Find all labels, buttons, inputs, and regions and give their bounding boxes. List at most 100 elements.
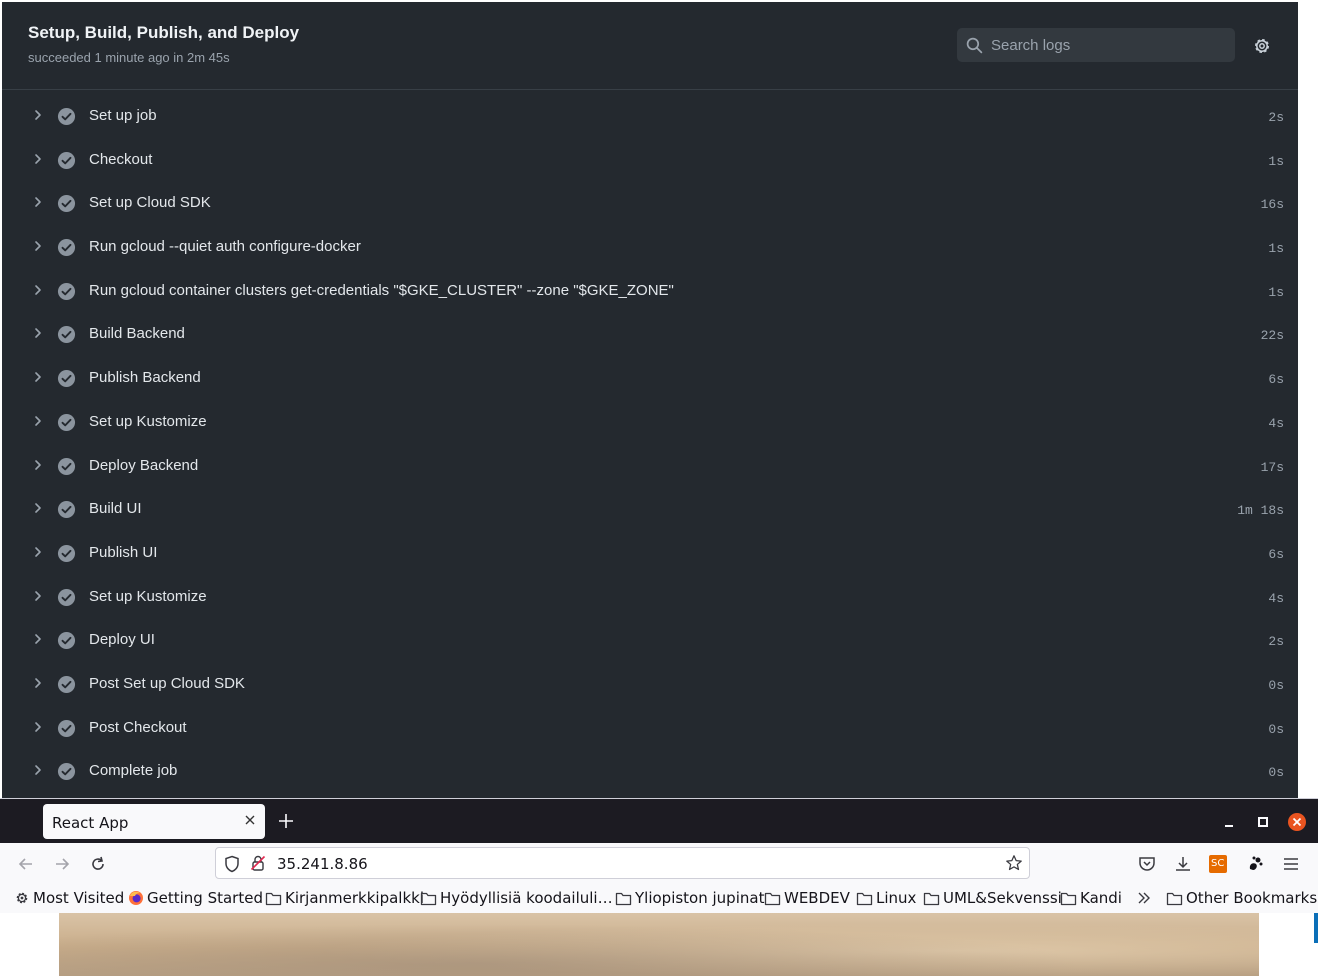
- chevron-right-icon[interactable]: [31, 414, 45, 428]
- close-window-icon[interactable]: [1287, 812, 1307, 832]
- job-status: succeeded 1 minute ago in 2m 45s: [28, 50, 230, 65]
- other-bookmarks[interactable]: Other Bookmarks: [1166, 889, 1317, 909]
- tab-title: React App: [52, 814, 129, 832]
- address-bar[interactable]: 35.241.8.86: [215, 847, 1030, 879]
- chevron-right-icon[interactable]: [31, 720, 45, 734]
- back-arrow-icon[interactable]: [16, 854, 36, 874]
- step-duration: 17s: [1260, 459, 1284, 475]
- page-content: [0, 913, 1318, 976]
- step-row[interactable]: Deploy Backend 17s: [2, 444, 1298, 488]
- step-row[interactable]: Checkout 1s: [2, 138, 1298, 182]
- close-tab-icon[interactable]: [242, 812, 258, 828]
- step-duration: 1m 18s: [1237, 503, 1284, 519]
- step-row[interactable]: Set up Kustomize 4s: [2, 575, 1298, 619]
- step-duration: 0s: [1268, 765, 1284, 781]
- chevron-right-icon[interactable]: [31, 326, 45, 340]
- bookmark-item[interactable]: Kandi: [1060, 889, 1122, 909]
- step-row[interactable]: Set up Cloud SDK 16s: [2, 181, 1298, 225]
- step-row[interactable]: Complete job 0s: [2, 749, 1298, 793]
- new-tab-icon[interactable]: [276, 811, 296, 831]
- chevron-right-icon[interactable]: [31, 589, 45, 603]
- step-name: Publish Backend: [89, 369, 201, 387]
- step-row[interactable]: Build Backend 22s: [2, 312, 1298, 356]
- shield-icon[interactable]: [224, 855, 240, 873]
- minimize-icon[interactable]: [1220, 813, 1238, 831]
- step-duration: 2s: [1268, 634, 1284, 650]
- star-icon[interactable]: [1005, 854, 1023, 872]
- other-bookmarks-label: Other Bookmarks: [1186, 889, 1318, 907]
- more-bookmarks-button[interactable]: [1136, 889, 1155, 909]
- download-icon[interactable]: [1173, 854, 1193, 874]
- search-logs-box[interactable]: [957, 28, 1235, 62]
- step-row[interactable]: Post Set up Cloud SDK 0s: [2, 662, 1298, 706]
- step-row[interactable]: Publish Backend 6s: [2, 356, 1298, 400]
- bookmark-label: Kandi: [1080, 889, 1122, 907]
- maximize-icon[interactable]: [1254, 813, 1272, 831]
- bookmark-item[interactable]: Kirjanmerkkipalkki: [265, 889, 424, 909]
- chevron-right-icon[interactable]: [31, 239, 45, 253]
- chevron-right-icon[interactable]: [31, 283, 45, 297]
- bookmark-item[interactable]: Getting Started: [128, 889, 263, 909]
- bookmark-item[interactable]: UML&Sekvenssi: [923, 889, 1062, 909]
- step-row[interactable]: Set up Kustomize 4s: [2, 400, 1298, 444]
- step-row[interactable]: Deploy UI 2s: [2, 618, 1298, 662]
- bookmark-label: Most Visited: [33, 889, 125, 907]
- step-name: Run gcloud container clusters get-creden…: [89, 281, 674, 299]
- chevron-right-icon[interactable]: [31, 676, 45, 690]
- search-logs-input[interactable]: [991, 28, 1227, 62]
- chevron-right-icon[interactable]: [31, 632, 45, 646]
- step-duration: 22s: [1260, 328, 1284, 344]
- bookmark-item[interactable]: WEBDEV: [764, 889, 850, 909]
- step-row[interactable]: Run gcloud container clusters get-creden…: [2, 269, 1298, 313]
- chevron-right-icon[interactable]: [31, 195, 45, 209]
- step-name: Set up Kustomize: [89, 412, 207, 430]
- step-duration: 0s: [1268, 677, 1284, 693]
- firefox-window: React App 35.241.8.86 SC Most Visited Get…: [0, 798, 1318, 976]
- chevron-right-icon[interactable]: [31, 108, 45, 122]
- step-name: Build UI: [89, 500, 142, 518]
- extension-sc-icon[interactable]: SC: [1209, 855, 1227, 873]
- step-row[interactable]: Set up job 2s: [2, 94, 1298, 138]
- bookmark-item[interactable]: Most Visited: [14, 889, 124, 909]
- gnome-extension-icon[interactable]: [1245, 854, 1265, 874]
- step-duration: 16s: [1260, 197, 1284, 213]
- hero-image: [59, 913, 1259, 976]
- insecure-lock-icon[interactable]: [250, 854, 266, 872]
- reload-icon[interactable]: [88, 854, 108, 874]
- bookmark-item[interactable]: Linux: [856, 889, 916, 909]
- chevron-right-icon[interactable]: [31, 545, 45, 559]
- steps-list: Set up job 2s Checkout 1s Set up Cloud SDK 16…: [2, 94, 1298, 793]
- chevron-right-icon[interactable]: [31, 763, 45, 777]
- step-name: Checkout: [89, 150, 153, 168]
- step-duration: 1s: [1268, 284, 1284, 300]
- folder-icon: [764, 889, 784, 907]
- folder-icon: [1166, 889, 1186, 907]
- scrollbar-edge[interactable]: [1314, 913, 1318, 943]
- step-row[interactable]: Post Checkout 0s: [2, 706, 1298, 750]
- check-circle-icon: [57, 107, 76, 126]
- chevron-right-icon[interactable]: [31, 370, 45, 384]
- bookmark-item[interactable]: Hyödyllisiä koodailuli…: [420, 889, 613, 909]
- step-row[interactable]: Run gcloud --quiet auth configure-docker…: [2, 225, 1298, 269]
- hamburger-menu-icon[interactable]: [1281, 854, 1301, 874]
- gear-icon[interactable]: [1252, 36, 1272, 56]
- check-circle-icon: [57, 282, 76, 300]
- tab-react-app[interactable]: React App: [43, 804, 265, 839]
- check-circle-icon: [57, 370, 76, 388]
- step-row[interactable]: Publish UI 6s: [2, 531, 1298, 575]
- bookmark-label: Getting Started: [147, 889, 263, 907]
- chevron-right-icon[interactable]: [31, 458, 45, 472]
- check-circle-icon: [57, 501, 76, 519]
- check-circle-icon: [57, 763, 76, 781]
- step-row[interactable]: Build UI 1m 18s: [2, 487, 1298, 531]
- pocket-icon[interactable]: [1137, 854, 1157, 874]
- chevron-right-icon[interactable]: [31, 501, 45, 515]
- chevron-right-icon[interactable]: [31, 152, 45, 166]
- url-text: 35.241.8.86: [277, 855, 368, 873]
- search-icon: [966, 37, 983, 54]
- forward-arrow-icon[interactable]: [52, 854, 72, 874]
- check-circle-icon: [57, 151, 76, 169]
- step-name: Run gcloud --quiet auth configure-docker: [89, 238, 361, 256]
- folder-icon: [856, 889, 876, 907]
- bookmark-item[interactable]: Yliopiston jupinat: [615, 889, 764, 909]
